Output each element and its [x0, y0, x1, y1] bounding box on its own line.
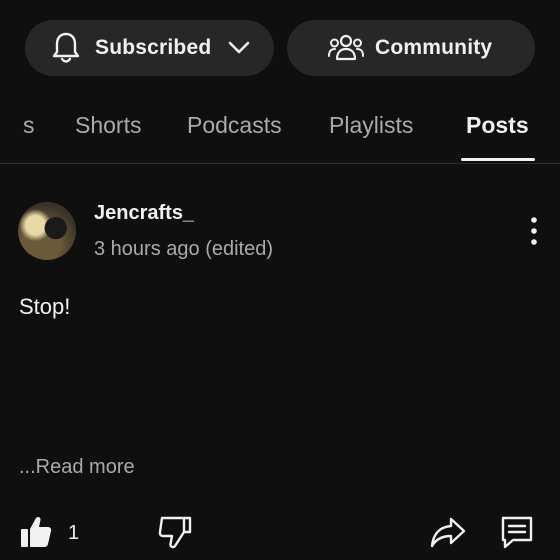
subscribed-label: Subscribed	[95, 36, 212, 59]
tab-partial[interactable]: s	[23, 112, 35, 139]
tab-playlists[interactable]: Playlists	[329, 112, 413, 139]
community-button[interactable]: Community	[287, 20, 535, 76]
chevron-down-icon	[229, 41, 250, 54]
post-timestamp: 3 hours ago (edited)	[94, 238, 274, 260]
community-label: Community	[375, 36, 493, 59]
more-vert-icon[interactable]	[522, 216, 546, 246]
thumbs-up-filled-icon[interactable]	[19, 514, 53, 550]
tab-podcasts[interactable]: Podcasts	[187, 112, 282, 139]
channel-tabs: s Shorts Podcasts Playlists Posts	[0, 100, 560, 164]
tab-posts[interactable]: Posts	[466, 112, 529, 139]
post-text: Stop!	[19, 294, 71, 319]
tab-shorts[interactable]: Shorts	[75, 112, 141, 139]
post-author[interactable]: Jencrafts_	[94, 202, 194, 225]
active-tab-indicator	[461, 158, 535, 161]
avatar[interactable]	[18, 202, 76, 260]
bell-icon	[52, 32, 80, 63]
thumbs-down-icon[interactable]	[158, 514, 192, 550]
share-icon[interactable]	[430, 516, 466, 548]
comment-icon[interactable]	[499, 514, 535, 550]
like-count: 1	[68, 522, 80, 544]
people-icon	[328, 34, 364, 61]
read-more-link[interactable]: ...Read more	[19, 456, 135, 479]
subscribed-button[interactable]: Subscribed	[25, 20, 274, 76]
